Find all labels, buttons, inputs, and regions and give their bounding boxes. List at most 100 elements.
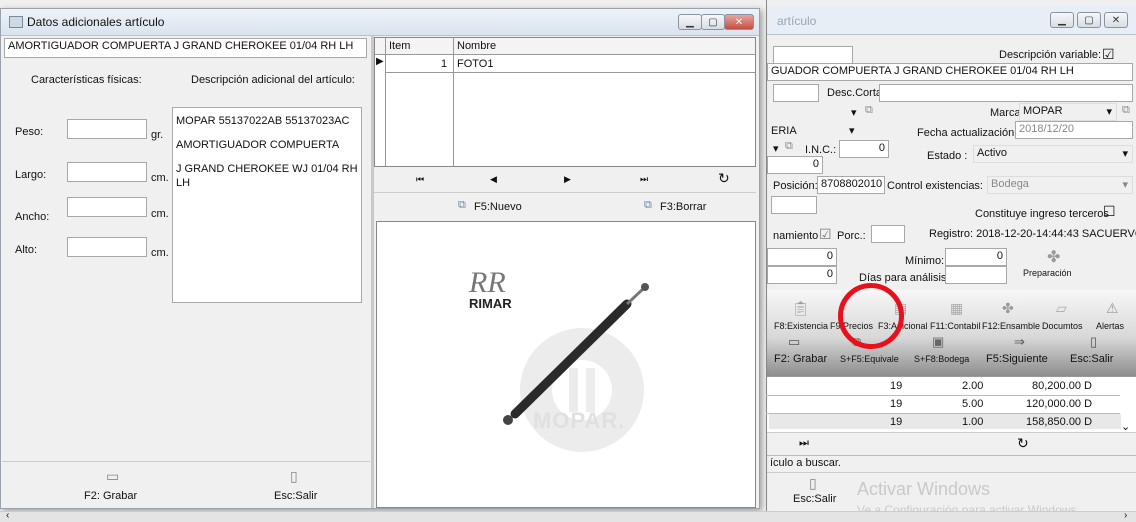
marca-lookup-icon[interactable]: ⧉	[1122, 104, 1130, 117]
toolbar-ensamble[interactable]: F12:Ensamble	[982, 321, 1040, 331]
ingreso-checkbox[interactable]: ☐	[1103, 203, 1116, 220]
lookup-icon[interactable]: ⧉	[865, 104, 873, 117]
scroll-down-icon[interactable]: ⌄	[1121, 420, 1130, 433]
porc-field[interactable]	[871, 225, 905, 243]
close-button[interactable]: ✕	[724, 14, 754, 30]
article-window-titlebar: artículo ▁ ▢ ✕	[767, 6, 1136, 35]
grid-row-item[interactable]: 1	[441, 58, 447, 70]
largo-field[interactable]	[67, 162, 147, 182]
col-name-header[interactable]: Nombre	[457, 40, 496, 52]
toolbar-alertas[interactable]: Alertas	[1096, 321, 1124, 331]
scroll-left-icon[interactable]: ‹	[6, 510, 9, 521]
inc-field[interactable]: 0	[839, 140, 889, 158]
table-cell[interactable]: 80,200.00 D	[1032, 380, 1092, 392]
preparacion-label[interactable]: Preparación	[1023, 268, 1072, 278]
control-value: Bodega	[991, 178, 1029, 190]
desc-variable-checkbox[interactable]: ☑	[1102, 46, 1115, 63]
article-description-field[interactable]: AMORTIGUADOR COMPUERTA J GRAND CHEROKEE …	[4, 38, 367, 58]
save-icon[interactable]: ▭	[106, 468, 119, 485]
description-field[interactable]: GUADOR COMPUERTA J GRAND CHEROKEE 01/04 …	[767, 63, 1133, 81]
toolbar-documtos[interactable]: Documtos	[1042, 321, 1083, 331]
action-bodega[interactable]: S+F8:Bodega	[914, 354, 969, 364]
toolbar-existencia[interactable]: F8:Existencia	[774, 321, 828, 331]
code-field[interactable]	[773, 46, 853, 64]
dropdown-arrow-icon[interactable]: ▾	[851, 106, 857, 119]
namiento-checkbox[interactable]: ☑	[819, 226, 832, 243]
new-photo-icon[interactable]: ⧉	[458, 199, 466, 212]
delete-photo-button[interactable]: F3:Borrar	[660, 201, 706, 213]
table-cell[interactable]: 120,000.00 D	[1026, 398, 1092, 410]
minimize-button[interactable]: ▁	[1050, 12, 1074, 28]
prev-record-icon[interactable]: ◀	[490, 174, 497, 185]
scroll-right-icon[interactable]: ›	[1124, 510, 1127, 521]
bottom-exit-button[interactable]: Esc:Salir	[793, 493, 836, 505]
control-select[interactable]: Bodega ▾	[987, 176, 1133, 194]
warning-icon[interactable]: ⚠︎	[1106, 300, 1119, 317]
alto-field[interactable]	[67, 237, 147, 257]
save-button[interactable]: F2: Grabar	[84, 490, 137, 502]
search-hint-field[interactable]: ículo a buscar.	[767, 455, 1136, 473]
physical-header: Características físicas:	[31, 74, 142, 86]
last-record-icon[interactable]: ⏭	[640, 174, 648, 185]
extra-description-box[interactable]: MOPAR 55137022AB 55137023AC AMORTIGUADOR…	[172, 107, 362, 303]
posicion-field[interactable]: 8708802010	[817, 176, 885, 194]
table-cell[interactable]: 1.00	[962, 416, 983, 428]
horizontal-scrollbar[interactable]: ‹ ›	[0, 510, 1136, 522]
toolbar-contabil[interactable]: F11:Contabil	[930, 321, 980, 331]
exit-icon[interactable]: ▯	[290, 468, 298, 485]
article-window-title: artículo	[777, 14, 817, 28]
table-cell[interactable]: 19	[890, 380, 902, 392]
number-field[interactable]: 0	[767, 156, 823, 174]
clipboard-icon[interactable]: 📋︎	[792, 300, 810, 317]
close-button[interactable]: ✕	[1104, 12, 1128, 28]
short-code-field[interactable]	[773, 84, 819, 102]
grid-row-name[interactable]: FOTO1	[457, 58, 493, 70]
arrow-right-icon[interactable]: ⇒	[1014, 334, 1025, 350]
marca-value: MOPAR	[1023, 105, 1063, 117]
maximize-button[interactable]: ▢	[701, 14, 725, 30]
next-record-icon[interactable]: ▶	[564, 174, 571, 185]
value-field-b[interactable]: 0	[767, 266, 837, 284]
value-field-a[interactable]: 0	[767, 248, 837, 266]
minimo-field[interactable]: 0	[945, 248, 1007, 266]
refresh-icon[interactable]: ↻	[718, 170, 730, 187]
exit-button[interactable]: Esc:Salir	[274, 490, 317, 502]
delete-photo-icon[interactable]: ⧉	[644, 199, 652, 212]
fecha-value: 2018/12/20	[1019, 123, 1075, 135]
first-record-icon[interactable]: ⏮	[416, 174, 424, 185]
desc-corta-field[interactable]	[879, 84, 1133, 102]
dias-field[interactable]	[945, 266, 1007, 284]
table-cell[interactable]: 5.00	[962, 398, 983, 410]
inc-value: 0	[878, 142, 885, 154]
action-salir[interactable]: Esc:Salir	[1070, 353, 1113, 365]
table-cell[interactable]: 19	[890, 416, 902, 428]
lookup-icon[interactable]: ⧉	[785, 140, 793, 153]
refresh-icon[interactable]: ↻	[1017, 435, 1029, 452]
puzzle-icon[interactable]: ✤	[1002, 300, 1014, 317]
table-cell[interactable]: 19	[890, 398, 902, 410]
puzzle-icon[interactable]: ✤	[1047, 247, 1060, 267]
extra-field[interactable]	[771, 196, 817, 214]
maximize-button[interactable]: ▢	[1077, 12, 1101, 28]
save-icon[interactable]: ▭	[788, 334, 800, 350]
action-grabar[interactable]: F2: Grabar	[774, 353, 827, 365]
exit-icon[interactable]: ▯	[1090, 334, 1097, 350]
estado-select[interactable]: Activo ▾	[973, 145, 1133, 163]
category-chevron-icon[interactable]: ▾	[849, 124, 855, 137]
marca-select[interactable]: MOPAR ▾	[1019, 103, 1117, 121]
table-cell[interactable]: 2.00	[962, 380, 983, 392]
peso-field[interactable]	[67, 119, 147, 139]
action-equivale[interactable]: S+F5:Equivale	[840, 354, 899, 364]
document-icon[interactable]: ▱	[1056, 300, 1067, 317]
col-item-header[interactable]: Item	[389, 40, 410, 52]
minimize-button[interactable]: ▁	[678, 14, 702, 30]
exit-icon[interactable]: ▯	[809, 475, 817, 492]
table-icon[interactable]: ▦	[950, 300, 963, 317]
table-cell[interactable]: 158,850.00 D	[1026, 416, 1092, 428]
action-siguiente[interactable]: F5:Siguiente	[986, 353, 1048, 365]
new-photo-button[interactable]: F5:Nuevo	[474, 201, 522, 213]
last-record-icon[interactable]: ⏭	[799, 437, 809, 450]
ancho-field[interactable]	[67, 197, 147, 217]
warehouse-icon[interactable]: ▣	[932, 334, 944, 350]
chevron-small-icon[interactable]: ▾	[773, 142, 779, 155]
